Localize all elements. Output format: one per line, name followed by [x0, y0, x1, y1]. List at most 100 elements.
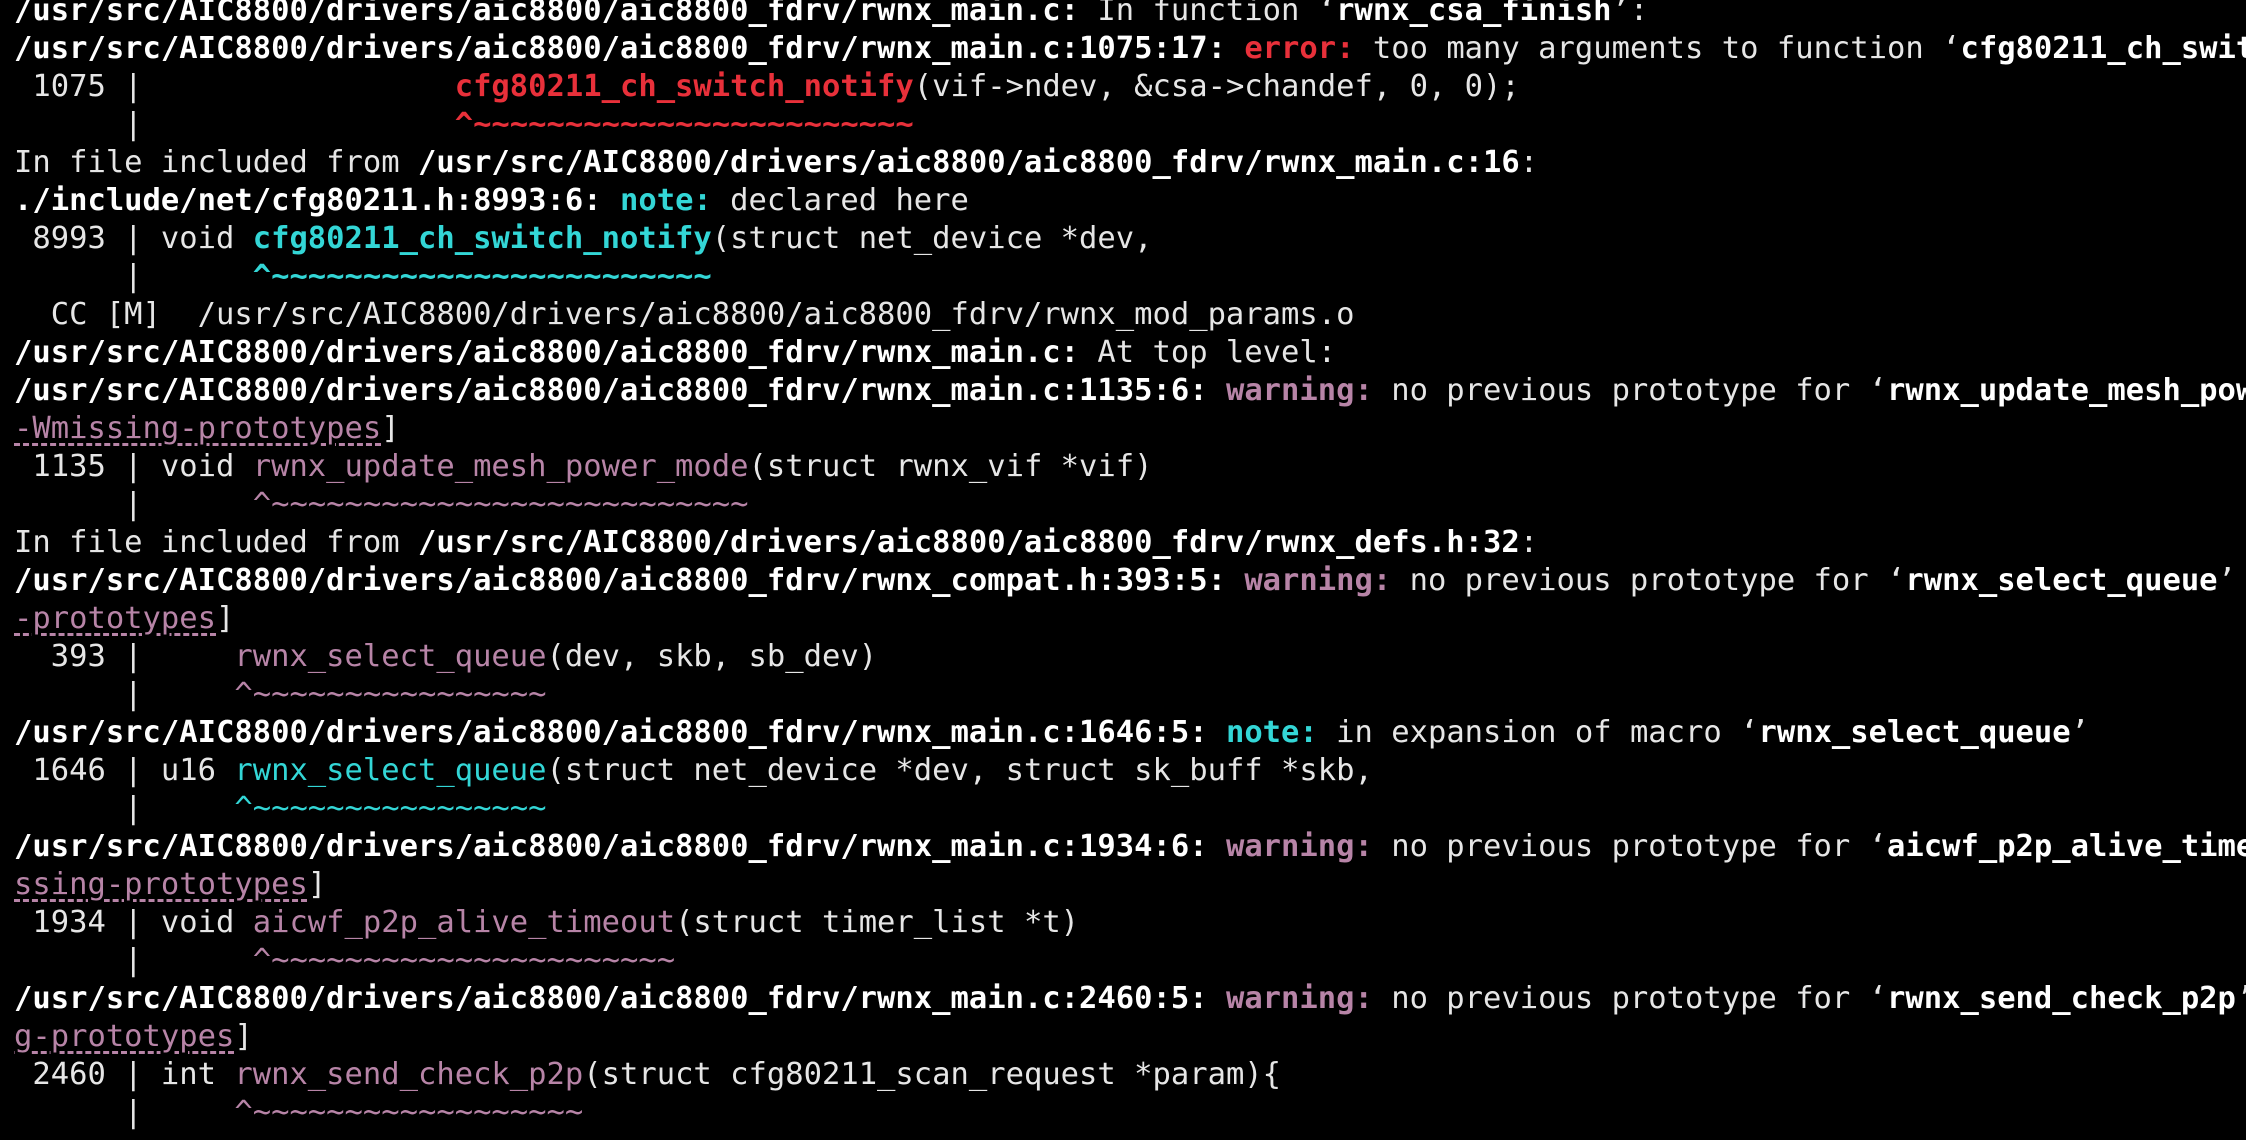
- output-text: (struct net_device *dev,: [711, 221, 1153, 256]
- output-text: |: [14, 259, 253, 294]
- location-text: rwnx_csa_finish: [1336, 0, 1612, 28]
- warning-highlight: rwnx_select_queue: [234, 639, 547, 674]
- output-text: ’: [2070, 715, 2090, 750]
- terminal-line: | ^~~~~~~~~~~~~~~~~: [14, 790, 2246, 828]
- output-text: At top level:: [1079, 335, 1337, 370]
- location-text: ./include/net/cfg80211.h:8993:6:: [14, 183, 602, 218]
- warning-highlight: ^~~~~~~~~~~~~~~~~~~~~~~: [252, 943, 676, 978]
- warning-label: warning:: [1225, 373, 1373, 408]
- warning-label: warning:: [1225, 981, 1373, 1016]
- terminal-line: 1135 | void rwnx_update_mesh_power_mode(…: [14, 448, 2246, 486]
- warning-highlight: aicwf_p2p_alive_timeout: [252, 905, 676, 940]
- error-text: ^~~~~~~~~~~~~~~~~~~~~~~~~: [454, 107, 914, 142]
- terminal-line: | ^~~~~~~~~~~~~~~~~~~~~~~~~~~: [14, 486, 2246, 524]
- location-text: rwnx_update_mesh_power_mode: [1887, 373, 2246, 408]
- output-text: |: [14, 1095, 235, 1130]
- terminal-line: In file included from /usr/src/AIC8800/d…: [14, 524, 2246, 562]
- output-text: |: [14, 107, 455, 142]
- output-text: 1934 | void: [14, 905, 253, 940]
- output-text: |: [14, 791, 235, 826]
- terminal-output[interactable]: /usr/src/AIC8800/drivers/aic8800/aic8800…: [0, 0, 2246, 1140]
- terminal-line: CC [M] /usr/src/AIC8800/drivers/aic8800/…: [14, 296, 2246, 334]
- location-text: /usr/src/AIC8800/drivers/aic8800/aic8800…: [14, 715, 1208, 750]
- terminal-line: -Wmissing-prototypes]: [14, 410, 2246, 448]
- terminal-line: 1934 | void aicwf_p2p_alive_timeout(stru…: [14, 904, 2246, 942]
- output-text: no previous prototype for ‘: [1372, 981, 1888, 1016]
- location-text: /usr/src/AIC8800/drivers/aic8800/aic8800…: [417, 145, 1520, 180]
- note-text: ^~~~~~~~~~~~~~~~~~~~~~~~~: [252, 259, 712, 294]
- output-text: (struct net_device *dev, struct sk_buff …: [546, 753, 1373, 788]
- location-text: /usr/src/AIC8800/drivers/aic8800/aic8800…: [14, 31, 1226, 66]
- output-text: (vif->ndev, &csa->chandef, 0, 0);: [913, 69, 1520, 104]
- output-text: (struct timer_list *t): [675, 905, 1080, 940]
- output-text: ’ [: [2217, 563, 2236, 598]
- output-text: ]: [307, 867, 327, 902]
- output-text: ’ [: [2236, 981, 2246, 1016]
- output-text: no previous prototype for ‘: [1372, 829, 1888, 864]
- terminal-line: /usr/src/AIC8800/drivers/aic8800/aic8800…: [14, 30, 2246, 68]
- terminal-line: g-prototypes]: [14, 1018, 2246, 1056]
- terminal-line: 1646 | u16 rwnx_select_queue(struct net_…: [14, 752, 2246, 790]
- output-text: no previous prototype for ‘: [1372, 373, 1888, 408]
- note-text: cfg80211_ch_switch_notify: [252, 221, 712, 256]
- terminal-line: /usr/src/AIC8800/drivers/aic8800/aic8800…: [14, 828, 2246, 866]
- warning-highlight: rwnx_send_check_p2p: [234, 1057, 584, 1092]
- terminal-line: | ^~~~~~~~~~~~~~~~~~~: [14, 1094, 2246, 1132]
- output-text: |: [14, 487, 253, 522]
- warning-flag-link[interactable]: -Wmissing-prototypes: [14, 411, 381, 446]
- note-highlight: rwnx_select_queue: [234, 753, 547, 788]
- note-text: note:: [1225, 715, 1318, 750]
- warning-highlight: ^~~~~~~~~~~~~~~~~~~~~~~~~~~: [252, 487, 749, 522]
- output-text: (dev, skb, sb_dev): [546, 639, 878, 674]
- warning-flag-link[interactable]: ssing-prototypes: [14, 867, 308, 902]
- terminal-line: /usr/src/AIC8800/drivers/aic8800/aic8800…: [14, 980, 2246, 1018]
- output-text: ]: [381, 411, 400, 446]
- location-text: /usr/src/AIC8800/drivers/aic8800/aic8800…: [14, 373, 1208, 408]
- terminal-line: /usr/src/AIC8800/drivers/aic8800/aic8800…: [14, 334, 2246, 372]
- location-text: rwnx_send_check_p2p: [1887, 981, 2236, 1016]
- location-text: /usr/src/AIC8800/drivers/aic8800/aic8800…: [14, 981, 1208, 1016]
- output-text: (struct cfg80211_scan_request *param){: [583, 1057, 1282, 1092]
- warning-highlight: ^~~~~~~~~~~~~~~~~~~: [234, 1095, 584, 1130]
- output-text: declared here: [711, 183, 969, 218]
- location-text: /usr/src/AIC8800/drivers/aic8800/aic8800…: [14, 0, 1080, 28]
- note-highlight: ^~~~~~~~~~~~~~~~~: [234, 791, 547, 826]
- output-text: no previous prototype for ‘: [1391, 563, 1906, 598]
- output-text: ]: [216, 601, 235, 636]
- output-text: |: [14, 677, 235, 712]
- terminal-line: /usr/src/AIC8800/drivers/aic8800/aic8800…: [14, 372, 2246, 410]
- location-text: /usr/src/AIC8800/drivers/aic8800/aic8800…: [14, 335, 1080, 370]
- warning-flag-link[interactable]: -prototypes: [14, 601, 216, 636]
- warning-flag-link[interactable]: g-prototypes: [14, 1019, 234, 1054]
- terminal-line: 393 | rwnx_select_queue(dev, skb, sb_dev…: [14, 638, 2246, 676]
- output-text: in expansion of macro ‘: [1317, 715, 1759, 750]
- note-text: note:: [619, 183, 712, 218]
- terminal-line: ssing-prototypes]: [14, 866, 2246, 904]
- terminal-line: 1075 | cfg80211_ch_switch_notify(vif->nd…: [14, 68, 2246, 106]
- location-text: aicwf_p2p_alive_timeout: [1887, 829, 2246, 864]
- terminal-line: ./include/net/cfg80211.h:8993:6: note: d…: [14, 182, 2246, 220]
- terminal-line: 2460 | int rwnx_send_check_p2p(struct cf…: [14, 1056, 2246, 1094]
- output-text: CC [M] /usr/src/AIC8800/drivers/aic8800/…: [14, 297, 1355, 332]
- output-text: (struct rwnx_vif *vif): [748, 449, 1153, 484]
- error-text: cfg80211_ch_switch_notify: [454, 69, 914, 104]
- output-text: ’:: [1611, 0, 1649, 28]
- terminal-line: | ^~~~~~~~~~~~~~~~~~~~~~~~~: [14, 106, 2246, 144]
- warning-highlight: rwnx_update_mesh_power_mode: [252, 449, 749, 484]
- terminal-line: /usr/src/AIC8800/drivers/aic8800/aic8800…: [14, 714, 2246, 752]
- output-text: ]: [234, 1019, 253, 1054]
- output-text: too many arguments to function ‘: [1354, 31, 1961, 66]
- output-text: In file included from: [14, 145, 418, 180]
- terminal-line: | ^~~~~~~~~~~~~~~~~: [14, 676, 2246, 714]
- output-text: :: [1519, 525, 1539, 560]
- output-text: In file included from: [14, 525, 418, 560]
- location-text: rwnx_select_queue: [1905, 563, 2218, 598]
- output-text: In function ‘: [1079, 0, 1337, 28]
- error-text: error:: [1244, 31, 1355, 66]
